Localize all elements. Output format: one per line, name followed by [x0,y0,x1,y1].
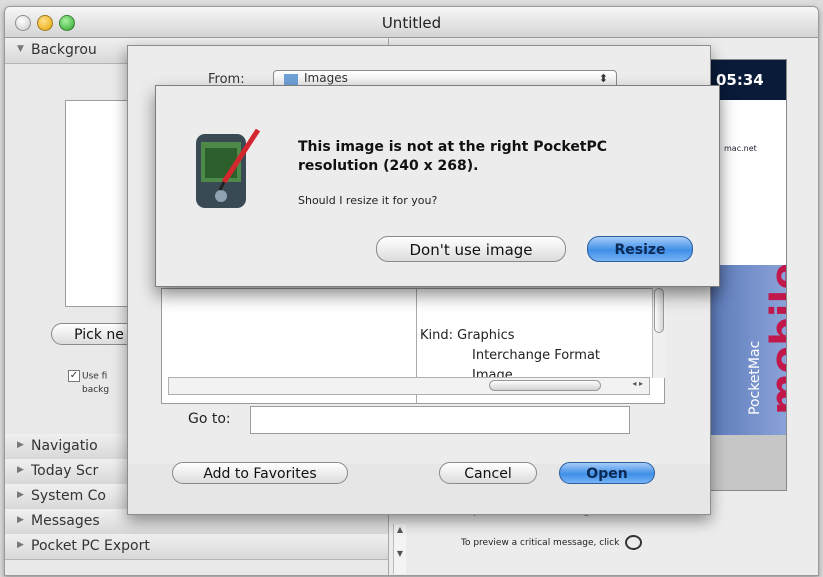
disclosure-closed-icon: ▶ [17,490,24,500]
title-bar[interactable]: Untitled [5,7,818,38]
go-to-field[interactable] [250,406,630,434]
preview-clock[interactable]: 05:34 [716,71,764,89]
brand-small-text: PocketMac [747,340,763,415]
main-window: Untitled ▼ Backgrou Pick ne ✓ Use fi back… [4,6,819,576]
section-label: System Co [31,488,106,504]
window-title: Untitled [381,14,442,32]
use-background-checkbox[interactable]: ✓ [68,370,80,382]
kind-value: Interchange Format [472,348,601,363]
disclosure-closed-icon: ▶ [17,440,24,450]
checkbox-label-line-2: backg [82,384,110,395]
alert-subtext: Should I resize it for you? [298,194,438,207]
resize-button[interactable]: Resize [587,236,693,262]
from-location-value: Images [304,71,348,85]
section-label: Messages [31,513,100,529]
kind-value: Graphics [457,328,515,343]
open-button[interactable]: Open [559,462,655,484]
disclosure-closed-icon: ▶ [17,515,24,525]
resize-alert-dialog: This image is not at the right PocketPC … [155,85,720,287]
brand-big-text: mobile [763,265,786,415]
pocketpc-app-icon [196,128,261,208]
critical-message-text: To preview a critical message, click [461,538,620,548]
scroll-thumb[interactable] [489,380,601,391]
disclosure-closed-icon: ▶ [17,465,24,475]
checkbox-label: Use fi [82,371,108,382]
horizontal-scrollbar[interactable]: ◂ ▸ [168,377,650,395]
critical-message-hint: To preview a critical message, click [461,535,643,550]
vertical-scrollbar[interactable]: ▲ ▼ [393,524,406,574]
scroll-arrows-icon[interactable]: ◂ ▸ [632,379,643,388]
section-label: Backgrou [31,42,97,58]
section-label: Navigatio [31,438,98,454]
go-to-label: Go to: [188,411,231,427]
preview-url: mac.net [724,144,757,153]
add-to-favorites-button[interactable]: Add to Favorites [172,462,348,484]
scroll-thumb[interactable] [654,288,664,333]
brand-logo: PocketMac mobile [744,265,786,415]
preview-bottom-bar [706,435,786,490]
cancel-button[interactable]: Cancel [439,462,537,484]
speech-bubble-icon[interactable] [625,535,643,550]
disclosure-open-icon: ▼ [17,44,24,54]
preview-scrollbar[interactable] [652,288,665,378]
disclosure-closed-icon: ▶ [17,540,24,550]
kind-label: Kind: [420,328,454,343]
popup-arrows-icon: ⬍ [598,72,608,85]
alert-heading: This image is not at the right PocketPC … [298,139,608,174]
section-pocket-pc-export[interactable]: ▶ Pocket PC Export [5,534,388,560]
section-label: Today Scr [31,463,99,479]
section-label: Pocket PC Export [31,538,150,554]
preview-background-image: PocketMac mobile [706,265,786,435]
dont-use-image-button[interactable]: Don't use image [376,236,566,262]
